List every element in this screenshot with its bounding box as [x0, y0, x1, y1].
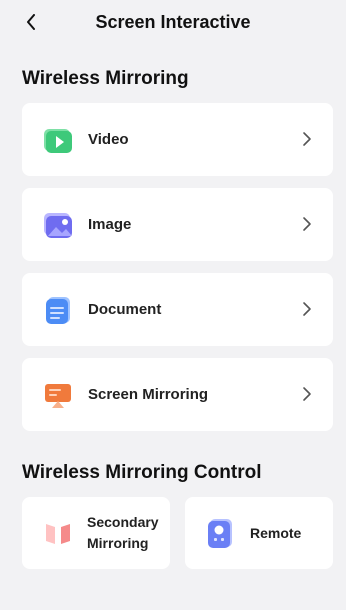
back-button[interactable] [20, 9, 42, 35]
section-title-wireless-mirroring-control: Wireless Mirroring Control [22, 462, 262, 483]
screen-mirroring-icon [42, 379, 74, 411]
image-item[interactable]: Image [22, 188, 333, 261]
section-title-wireless-mirroring: Wireless Mirroring [22, 68, 189, 89]
header-bar: Screen Interactive [0, 0, 346, 44]
back-arrow-icon [27, 14, 35, 30]
video-item[interactable]: Video [22, 103, 333, 176]
chevron-right-icon [303, 302, 311, 316]
video-label: Video [88, 131, 129, 148]
secondary-mirroring-icon [42, 517, 74, 549]
screen-mirroring-label: Screen Mirroring [88, 386, 209, 403]
secondary-mirroring-label-line2: Mirroring [87, 535, 149, 551]
secondary-mirroring-label-line1: Secondary [87, 514, 159, 530]
chevron-right-icon [303, 217, 311, 231]
document-item[interactable]: Document [22, 273, 333, 346]
remote-tile[interactable]: Remote [185, 497, 333, 569]
remote-icon [205, 517, 237, 549]
document-label: Document [88, 301, 162, 318]
page-title: Screen Interactive [95, 11, 251, 32]
secondary-mirroring-tile[interactable]: Secondary Mirroring [22, 497, 170, 569]
document-icon [42, 294, 74, 326]
image-label: Image [88, 216, 132, 233]
video-icon [42, 124, 74, 156]
chevron-right-icon [303, 132, 311, 146]
chevron-right-icon [303, 387, 311, 401]
remote-label: Remote [250, 524, 302, 541]
secondary-mirroring-label: Secondary Mirroring [87, 512, 159, 554]
screen-mirroring-item[interactable]: Screen Mirroring [22, 358, 333, 431]
image-icon [42, 209, 74, 241]
